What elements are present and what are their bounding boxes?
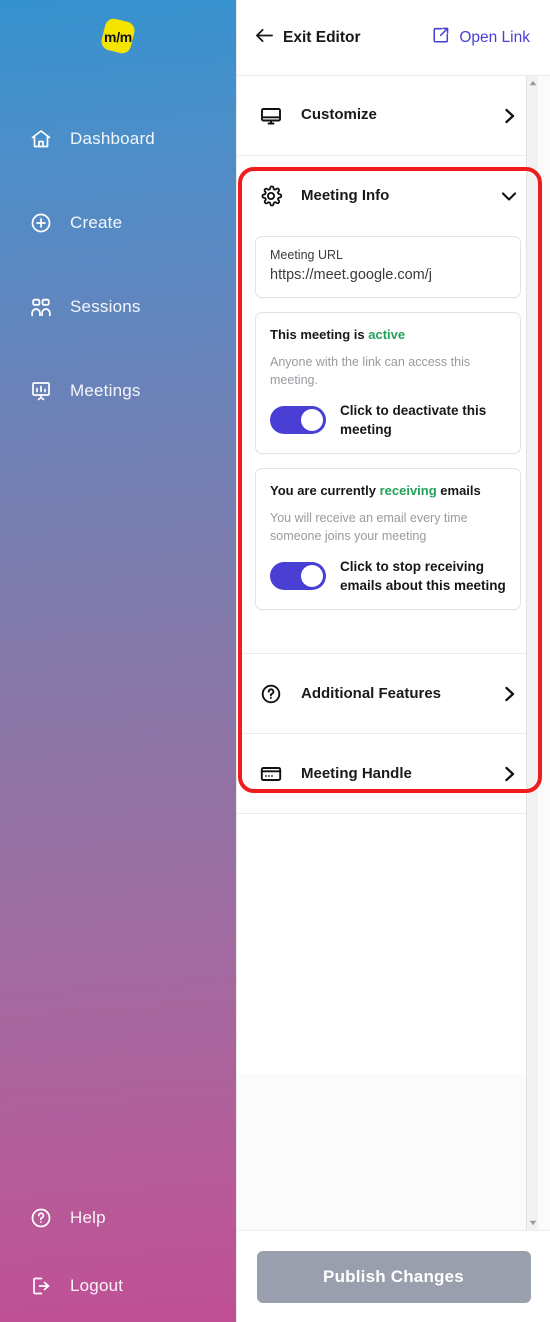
sidebar-item-label: Meetings — [70, 381, 141, 400]
sidebar-bottom-nav: Help Logout — [0, 1200, 236, 1304]
deactivate-meeting-toggle-label: Click to deactivate this meeting — [340, 402, 487, 437]
section-additional-features-label: Additional Features — [301, 684, 442, 702]
sidebar-item-label: Help — [70, 1208, 106, 1227]
sidebar-item-sessions[interactable]: Sessions — [0, 289, 236, 325]
open-link-button[interactable]: Open Link — [432, 26, 530, 49]
sidebar-item-meetings[interactable]: Meetings — [0, 373, 236, 409]
presentation-icon — [28, 378, 54, 404]
scrollbar-up-arrow[interactable] — [527, 76, 538, 90]
logout-icon — [28, 1273, 54, 1299]
sidebar: m/m Dashboard Create Sessions Meetings H… — [0, 0, 236, 1322]
section-meeting-info[interactable]: Meeting Info — [237, 156, 538, 236]
sidebar-item-label: Create — [70, 213, 123, 232]
meeting-email-heading-prefix: You are currently — [270, 483, 380, 499]
sidebar-item-label: Dashboard — [70, 129, 155, 148]
sidebar-item-dashboard[interactable]: Dashboard — [0, 121, 236, 157]
meeting-active-heading: This meeting is active — [270, 326, 506, 344]
editor-topbar: Exit Editor Open Link — [237, 0, 550, 76]
meeting-info-body: Meeting URL https://meet.google.com/j Th… — [237, 236, 538, 641]
brand-logo[interactable]: m/m — [0, 0, 236, 74]
sidebar-item-label: Sessions — [70, 297, 141, 316]
stop-emails-toggle[interactable] — [270, 562, 326, 591]
question-circle-icon — [28, 1205, 54, 1231]
toggle-knob — [301, 408, 323, 431]
open-link-label: Open Link — [459, 28, 530, 46]
logo-text: m/m — [104, 29, 132, 45]
sidebar-item-help[interactable]: Help — [0, 1200, 236, 1236]
editor-panel: Exit Editor Open Link Customize Meeting … — [236, 0, 550, 1322]
panel-empty-space — [237, 814, 538, 1075]
meeting-email-heading: You are currently receiving emails — [270, 482, 506, 500]
panel-scroll-area: Customize Meeting Info Meeting URL https… — [237, 76, 550, 1230]
meeting-url-label: Meeting URL — [270, 248, 343, 262]
meeting-email-toggle-row: Click to stop receiving emails about thi… — [270, 557, 506, 595]
section-meeting-handle-label: Meeting Handle — [301, 764, 412, 782]
chevron-right-icon[interactable] — [497, 764, 519, 784]
exit-editor-button[interactable]: Exit Editor — [255, 27, 361, 49]
panel-sections: Customize Meeting Info Meeting URL https… — [237, 76, 538, 1075]
meeting-email-card: You are currently receiving emails You w… — [255, 468, 521, 611]
meeting-active-heading-prefix: This meeting is — [270, 327, 369, 342]
section-customize[interactable]: Customize — [237, 76, 538, 156]
section-meeting-info-label: Meeting Info — [301, 186, 390, 204]
chevron-right-icon[interactable] — [497, 106, 519, 126]
stop-emails-toggle-label: Click to stop receiving emails about thi… — [340, 558, 506, 594]
sidebar-item-create[interactable]: Create — [0, 205, 236, 241]
sidebar-item-label: Logout — [70, 1276, 124, 1295]
card-icon — [259, 762, 289, 786]
meeting-url-value: https://meet.google.com/j — [270, 267, 432, 283]
panel-footer: Publish Changes — [237, 1230, 550, 1322]
section-additional-features[interactable]: Additional Features — [237, 654, 538, 735]
gear-icon — [259, 184, 289, 208]
chevron-down-icon[interactable] — [497, 187, 519, 205]
monitor-icon — [259, 104, 289, 128]
meeting-email-heading-suffix: emails — [436, 483, 481, 499]
logo-badge: m/m — [99, 16, 137, 56]
meeting-email-subtext: You will receive an email every time som… — [270, 510, 468, 543]
meeting-active-toggle-row: Click to deactivate this meeting — [270, 401, 506, 439]
arrow-left-icon — [255, 27, 274, 49]
sidebar-nav: Dashboard Create Sessions Meetings — [0, 121, 236, 409]
meeting-url-field[interactable]: Meeting URL https://meet.google.com/j — [255, 236, 521, 298]
home-icon — [28, 126, 54, 152]
publish-changes-button[interactable]: Publish Changes — [256, 1250, 531, 1303]
deactivate-meeting-toggle[interactable] — [270, 405, 326, 434]
external-link-icon — [432, 26, 450, 49]
app-root: m/m Dashboard Create Sessions Meetings H… — [0, 0, 550, 1322]
panel-scrollbar[interactable] — [526, 76, 538, 1230]
status-badge-active: active — [368, 327, 406, 342]
meeting-active-card: This meeting is active Anyone with the l… — [255, 312, 521, 455]
section-customize-label: Customize — [301, 106, 377, 124]
meeting-active-subtext: Anyone with the link can access this mee… — [270, 354, 471, 387]
scrollbar-down-arrow[interactable] — [527, 1216, 538, 1230]
section-divider — [237, 640, 538, 655]
status-badge-receiving: receiving — [379, 483, 437, 499]
exit-editor-label: Exit Editor — [283, 28, 361, 46]
users-icon — [28, 294, 54, 320]
toggle-knob — [301, 565, 323, 588]
plus-circle-icon — [28, 210, 54, 236]
question-circle-icon — [259, 682, 289, 706]
section-meeting-handle[interactable]: Meeting Handle — [237, 734, 538, 815]
scrollbar-thumb[interactable] — [528, 90, 538, 340]
sidebar-item-logout[interactable]: Logout — [0, 1268, 236, 1304]
chevron-right-icon[interactable] — [497, 684, 519, 704]
